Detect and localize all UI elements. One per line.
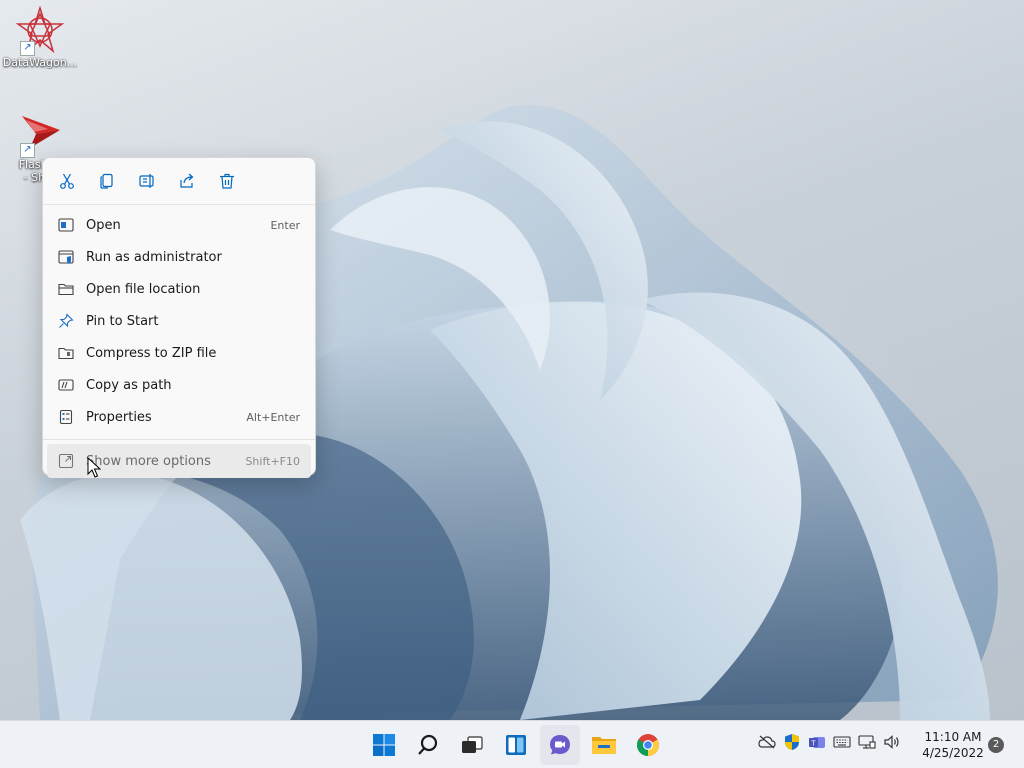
copy-button[interactable]	[95, 169, 119, 193]
desktop-icon-datawagon[interactable]: ↗ DataWagon...	[2, 5, 78, 69]
menu-item-label: Properties	[86, 409, 152, 425]
task-view-button[interactable]	[452, 725, 492, 765]
menu-item-compress-to-zip[interactable]: Compress to ZIP file	[43, 337, 315, 369]
notification-badge[interactable]: 2	[988, 737, 1004, 753]
menu-item-label: Copy as path	[86, 377, 172, 393]
onedrive-icon[interactable]	[758, 733, 776, 751]
zip-icon	[57, 344, 75, 362]
taskbar-apps	[364, 725, 668, 765]
shortcut-arrow-icon: ↗	[20, 41, 35, 56]
chrome-button[interactable]	[628, 725, 668, 765]
svg-text:T: T	[810, 740, 816, 748]
taskbar-clock[interactable]: 11:10 AM 4/25/2022	[916, 729, 990, 761]
pin-icon	[57, 312, 75, 330]
task-view-icon	[462, 736, 483, 753]
cut-icon	[60, 173, 74, 189]
menu-item-pin-to-start[interactable]: Pin to Start	[43, 305, 315, 337]
teams-icon[interactable]: T	[808, 733, 826, 751]
chrome-icon	[637, 734, 659, 756]
copy-icon	[100, 173, 113, 189]
properties-icon	[57, 408, 75, 426]
taskbar: T 11:10 AM 4/25/2022 2	[0, 720, 1024, 768]
cut-button[interactable]	[55, 169, 79, 193]
keyboard-icon[interactable]	[833, 733, 851, 751]
folder-icon	[57, 280, 75, 298]
path-icon	[57, 376, 75, 394]
clock-time: 11:10 AM	[924, 730, 982, 744]
clock-date: 4/25/2022	[922, 746, 984, 760]
rename-icon	[139, 174, 154, 188]
context-menu-items: Open Enter Run as administrator Open fil…	[43, 205, 315, 478]
file-explorer-icon	[592, 737, 616, 754]
rename-button[interactable]	[135, 169, 159, 193]
quick-actions-bar	[43, 158, 315, 205]
delete-icon	[220, 173, 234, 189]
desktop-icon-label: DataWagon...	[2, 56, 78, 69]
datawagon-icon: ↗	[15, 5, 65, 56]
system-tray: T	[758, 733, 901, 751]
share-button[interactable]	[175, 169, 199, 193]
widgets-icon	[506, 735, 526, 755]
menu-item-label: Pin to Start	[86, 313, 159, 329]
share-icon	[180, 173, 194, 188]
menu-separator	[43, 439, 315, 440]
menu-item-shortcut: Alt+Enter	[246, 410, 300, 424]
search-icon	[418, 734, 438, 755]
menu-item-properties[interactable]: Properties Alt+Enter	[43, 401, 315, 433]
delete-button[interactable]	[215, 169, 239, 193]
network-icon[interactable]	[858, 733, 876, 751]
menu-item-label: Show more options	[86, 453, 211, 469]
start-icon	[373, 734, 395, 756]
menu-item-label: Open file location	[86, 281, 201, 297]
menu-item-label: Compress to ZIP file	[86, 345, 217, 361]
widgets-button[interactable]	[496, 725, 536, 765]
menu-item-copy-as-path[interactable]: Copy as path	[43, 369, 315, 401]
menu-item-label: Open	[86, 217, 121, 233]
menu-item-open[interactable]: Open Enter	[43, 209, 315, 241]
menu-item-shortcut: Shift+F10	[245, 454, 300, 468]
context-menu: Open Enter Run as administrator Open fil…	[42, 157, 316, 478]
menu-item-label: Run as administrator	[86, 249, 222, 265]
search-button[interactable]	[408, 725, 448, 765]
menu-item-run-as-administrator[interactable]: Run as administrator	[43, 241, 315, 273]
shortcut-arrow-icon: ↗	[20, 143, 35, 158]
chat-button[interactable]	[540, 725, 580, 765]
chat-icon	[550, 735, 570, 755]
menu-item-open-file-location[interactable]: Open file location	[43, 273, 315, 305]
file-explorer-button[interactable]	[584, 725, 624, 765]
volume-icon[interactable]	[883, 733, 901, 751]
start-button[interactable]	[364, 725, 404, 765]
mouse-cursor-icon	[87, 457, 101, 478]
shield-icon	[57, 248, 75, 266]
more-options-icon	[57, 452, 75, 470]
security-icon[interactable]	[783, 733, 801, 751]
flashpoint-icon: ↗	[16, 108, 64, 158]
open-icon	[57, 216, 75, 234]
menu-item-shortcut: Enter	[270, 218, 300, 232]
